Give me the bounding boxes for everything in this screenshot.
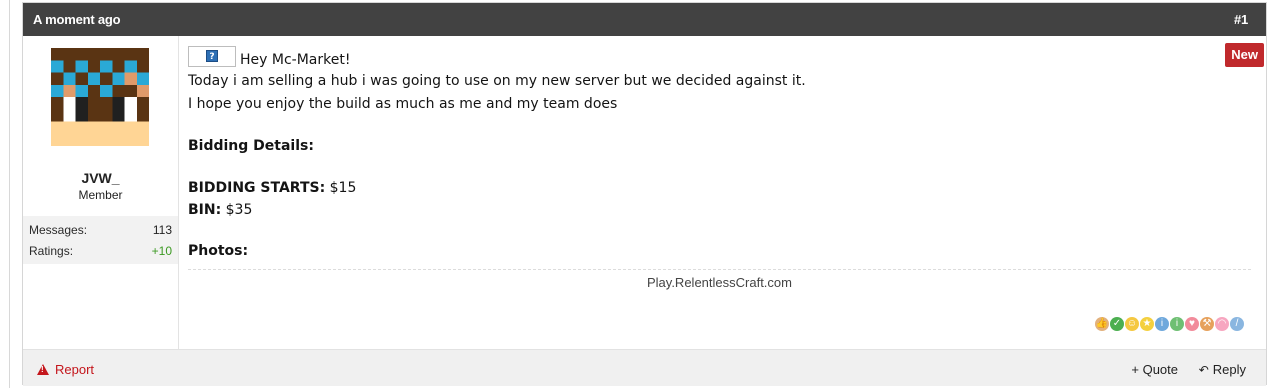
post-footer: Report + Quote ↶Reply [23,349,1266,386]
smile-icon[interactable]: ☺ [1125,317,1139,331]
reply-label: Reply [1212,362,1246,377]
user-column: JVW_ Member Messages: 113 Ratings: +10 [23,36,179,349]
signature-divider [188,269,1251,270]
post-header: A moment ago #1 [23,3,1266,36]
bidding-details-label: Bidding Details: [188,138,314,154]
stat-value[interactable]: +10 [152,244,172,258]
wrench-icon[interactable]: ⚒ [1200,317,1214,331]
username[interactable]: JVW_ [23,170,178,186]
photos-heading: Photos: [188,240,248,262]
reply-arrow-icon: ↶ [1198,363,1209,377]
user-title: Member [78,188,123,202]
rainbow-icon[interactable]: ◠ [1215,317,1229,331]
message-line: Today i am selling a hub i was going to … [188,73,806,89]
stat-value[interactable]: 113 [153,223,172,237]
stat-label: Ratings: [29,244,74,258]
warning-icon [37,364,49,375]
photos-label: Photos: [188,243,249,259]
bidding-details-heading: Bidding Details: [188,135,314,157]
report-link[interactable]: Report [37,362,94,377]
bidding-starts-line: BIDDING STARTS: $15 [188,177,356,199]
bidding-starts-label: BIDDING STARTS: [188,180,326,196]
heart-icon[interactable]: ♥ [1185,317,1199,331]
star-icon[interactable]: ★ [1140,317,1154,331]
stat-label: Messages: [29,223,88,237]
avatar-pixel-art [51,48,149,146]
user-stats: Messages: 113 Ratings: +10 [23,216,178,264]
post-container: A moment ago #1 JVW_ Member Messages: 11… [22,2,1267,386]
check-icon[interactable]: ✓ [1110,317,1124,331]
report-label: Report [55,362,95,377]
bidding-starts-value: $15 [325,180,357,196]
bin-label: BIN: [188,202,222,218]
broken-image-icon[interactable]: ? [188,46,236,67]
avatar[interactable] [51,48,149,146]
reply-link[interactable]: ↶ Reply [1199,362,1246,377]
stat-ratings: Ratings: +10 [29,244,172,262]
post-number[interactable]: #1 [1234,12,1248,27]
info-icon[interactable]: i [1170,317,1184,331]
message-line: I hope you enjoy the build as much as me… [188,96,618,112]
greeting-text: Hey Mc-Market! [240,52,351,68]
greeting-line: ? Hey Mc-Market! [188,46,350,71]
bin-value: $35 [221,202,253,218]
bin-line: BIN: $35 [188,199,252,221]
info-icon[interactable]: i [1155,317,1169,331]
rating-icons: 👍 ✓ ☺ ★ i i ♥ ⚒ ◠ / [1095,317,1244,333]
signature: Play.RelentlessCraft.com [647,275,792,290]
user-info: JVW_ Member [23,158,178,214]
page-left-rule [9,0,10,388]
stat-messages: Messages: 113 [29,223,172,241]
quote-link[interactable]: + Quote [1131,362,1178,377]
brush-icon[interactable]: / [1230,317,1244,331]
thumbs-up-icon[interactable]: 👍 [1095,317,1109,331]
post-time[interactable]: A moment ago [33,12,121,27]
